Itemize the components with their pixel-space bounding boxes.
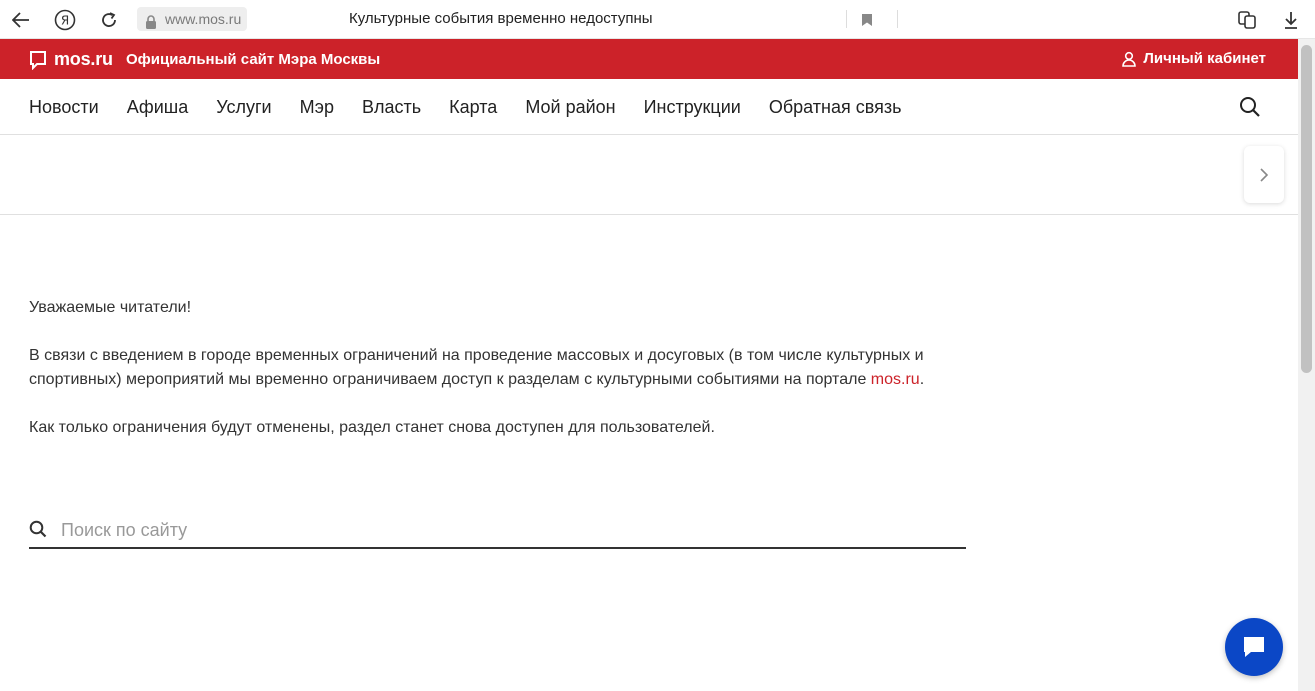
browser-toolbar: Я www.mos.ru Культурные события временно… [0, 0, 1315, 39]
cabinet-label: Личный кабинет [1143, 50, 1266, 67]
greeting: Уважаемые читатели! [29, 299, 192, 316]
mos-ru-link[interactable]: mos.ru [871, 371, 920, 388]
toolbar-divider [846, 10, 847, 28]
notice-paragraph-2: Как только ограничения будут отменены, р… [29, 419, 715, 436]
yandex-icon[interactable]: Я [53, 8, 77, 32]
chat-icon [1244, 637, 1264, 657]
scrollbar-thumb[interactable] [1301, 45, 1312, 373]
reload-icon[interactable] [97, 8, 121, 32]
top-header: mos.ru Официальный сайт Мэра Москвы Личн… [0, 39, 1298, 79]
url-text: www.mos.ru [165, 11, 242, 27]
back-icon[interactable] [9, 8, 33, 32]
search-input[interactable] [61, 516, 941, 544]
logo-text: mos.ru [54, 49, 113, 69]
nav-item-mayor[interactable]: Мэр [300, 97, 334, 118]
nav-item-my-district[interactable]: Мой район [525, 97, 615, 118]
nav-item-afisha[interactable]: Афиша [127, 97, 189, 118]
user-icon [1122, 51, 1137, 67]
scroll-right-button[interactable] [1244, 146, 1284, 203]
chat-button[interactable] [1225, 618, 1283, 676]
site-search [29, 514, 966, 549]
nav-item-feedback[interactable]: Обратная связь [769, 97, 902, 118]
chevron-right-icon [1260, 167, 1269, 182]
notice-text: Уважаемые читатели! В связи с введением … [29, 296, 969, 464]
bookmark-icon[interactable] [855, 8, 879, 32]
nav-item-map[interactable]: Карта [449, 97, 497, 118]
personal-account-link[interactable]: Личный кабинет [1122, 50, 1266, 67]
sub-menu-band [0, 135, 1298, 215]
nav-item-instructions[interactable]: Инструкции [644, 97, 741, 118]
notice-paragraph: В связи с введением в городе временных о… [29, 344, 969, 392]
nav-item-news[interactable]: Новости [29, 97, 99, 118]
nav-item-authority[interactable]: Власть [362, 97, 421, 118]
main-navigation: Новости Афиша Услуги Мэр Власть Карта Мо… [0, 79, 1298, 135]
speech-bubble-icon [30, 50, 46, 70]
search-icon[interactable] [1239, 96, 1261, 123]
address-bar[interactable]: www.mos.ru [137, 7, 248, 31]
svg-text:Я: Я [61, 14, 69, 28]
site-description: Официальный сайт Мэра Москвы [126, 51, 381, 68]
lock-icon [145, 12, 157, 36]
nav-item-services[interactable]: Услуги [216, 97, 271, 118]
notice-paragraph-text: В связи с введением в городе временных о… [29, 347, 924, 388]
page-tab-title: Культурные события временно недоступны [349, 10, 653, 27]
toolbar-divider [897, 10, 898, 28]
download-icon[interactable] [1279, 8, 1303, 32]
notice-paragraph-end: . [919, 371, 925, 388]
translate-icon[interactable] [1235, 8, 1259, 32]
search-icon [29, 520, 47, 543]
site-logo[interactable]: mos.ru [29, 49, 113, 70]
